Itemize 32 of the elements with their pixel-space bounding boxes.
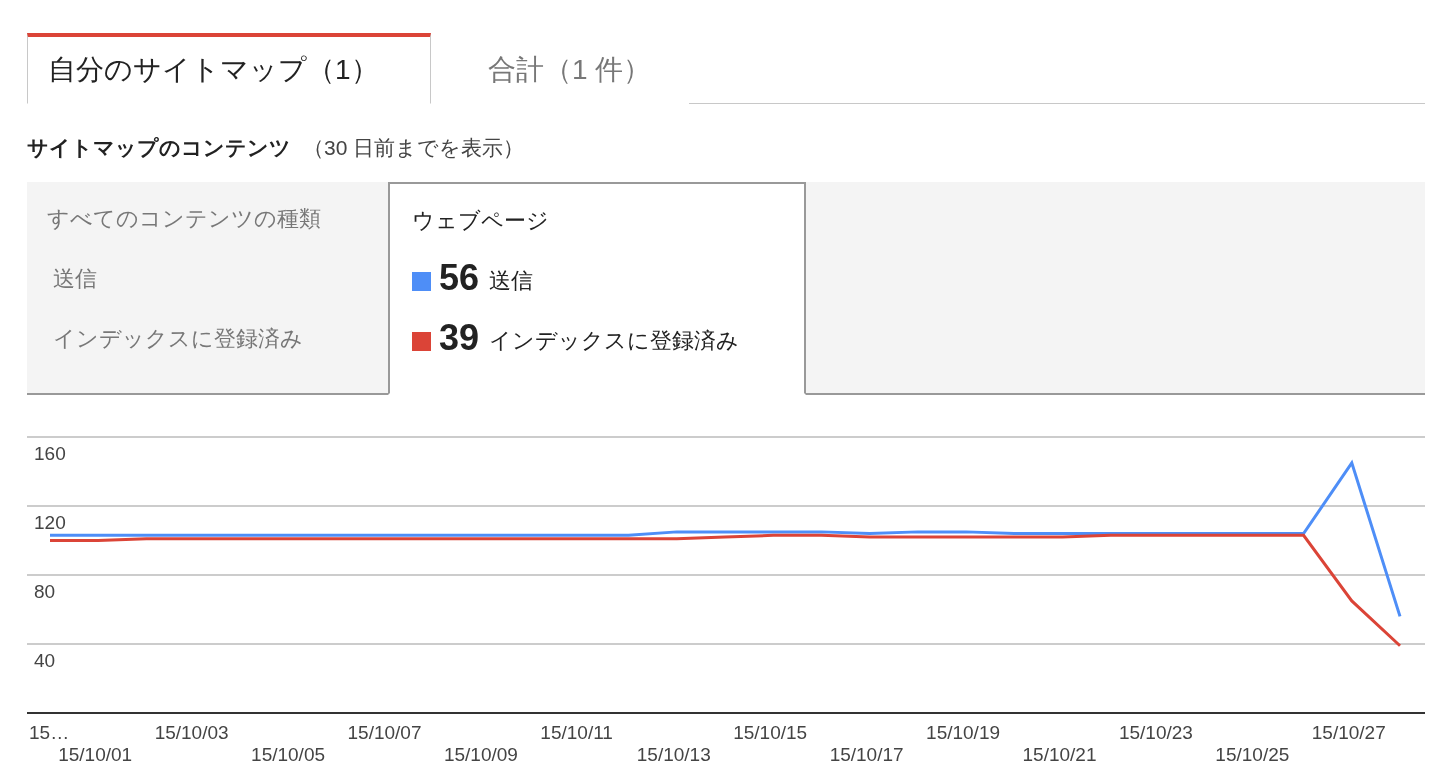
x-axis-label: 15/10/25 [1215, 744, 1290, 765]
x-axis-label: 15/10/09 [443, 744, 518, 765]
content-type-card[interactable]: ウェブページ 56 送信 39 インデックスに登録済み [388, 182, 806, 395]
x-axis-label: 15/10/23 [1118, 722, 1193, 743]
metric-value: 39 [439, 320, 480, 356]
y-axis-label: 80 [34, 581, 56, 602]
x-axis-label: 15/10/13 [636, 744, 711, 765]
x-axis-label: 15/10/19 [926, 722, 1001, 743]
tab[interactable]: 自分のサイトマップ（1） [27, 33, 431, 104]
content-type-title: すべてのコンテンツの種類 [47, 205, 322, 233]
y-axis-label: 160 [34, 443, 66, 464]
metric-value: 56 [439, 260, 480, 296]
x-axis-label: 15/10/11 [540, 722, 613, 743]
x-axis-label: 15/10/15 [733, 722, 808, 743]
metric-label: 送信 [52, 265, 97, 293]
x-axis-label: 15/10/05 [251, 744, 326, 765]
y-axis-label: 120 [34, 512, 66, 533]
x-axis-label: 15/10/27 [1311, 722, 1386, 743]
x-axis-label: 15/10/21 [1022, 744, 1097, 765]
x-axis-label: 15… [29, 722, 70, 743]
x-axis-label: 15/10/03 [154, 722, 229, 743]
metric-label: 送信 [488, 267, 534, 295]
section-title: サイトマップのコンテンツ [27, 135, 291, 161]
section-note: （30 日前までを表示） [303, 135, 525, 161]
x-axis-label: 15/10/01 [58, 744, 133, 765]
y-axis-label: 40 [34, 650, 56, 671]
x-axis-label: 15/10/17 [829, 744, 904, 765]
content-type-card[interactable]: すべてのコンテンツの種類 送信 インデックスに登録済み [27, 182, 388, 393]
metric-label: インデックスに登録済み [488, 327, 740, 355]
metric-label: インデックスに登録済み [52, 325, 303, 353]
content-type-title: ウェブページ [412, 207, 550, 235]
x-axis-label: 15/10/07 [347, 722, 422, 743]
